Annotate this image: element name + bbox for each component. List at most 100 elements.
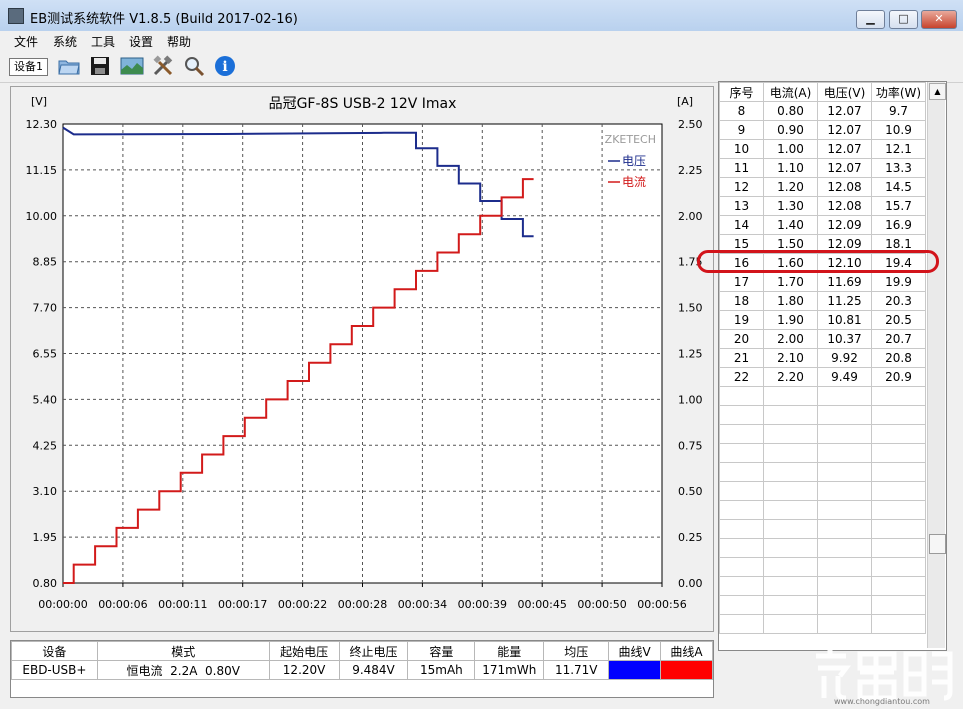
cell-index: 21 bbox=[719, 348, 764, 368]
summary-start-voltage: 12.20V bbox=[268, 660, 340, 680]
table-empty-row bbox=[719, 538, 926, 558]
scroll-thumb[interactable] bbox=[929, 534, 946, 554]
cell-empty bbox=[763, 443, 818, 463]
chart-image-icon[interactable] bbox=[120, 54, 144, 78]
cell-current: 1.80 bbox=[763, 291, 818, 311]
summary-end-voltage: 9.484V bbox=[338, 660, 409, 680]
cell-empty bbox=[871, 595, 926, 615]
menu-settings[interactable]: 设置 bbox=[129, 33, 153, 50]
cell-empty bbox=[871, 443, 926, 463]
summary-avg-voltage: 11.71V bbox=[543, 660, 610, 680]
left-tick-label: 5.40 bbox=[33, 393, 58, 406]
right-tick-label: 1.25 bbox=[678, 348, 703, 361]
curve-v-color-swatch[interactable] bbox=[608, 660, 662, 680]
minimize-button[interactable]: ▁ bbox=[856, 10, 885, 29]
table-row[interactable]: 8 0.80 12.07 9.7 bbox=[719, 101, 926, 121]
save-icon[interactable] bbox=[88, 54, 112, 78]
table-empty-row bbox=[719, 405, 926, 425]
cell-voltage: 12.07 bbox=[817, 139, 872, 159]
table-row[interactable]: 22 2.20 9.49 20.9 bbox=[719, 367, 926, 387]
cell-current: 1.30 bbox=[763, 196, 818, 216]
search-icon[interactable] bbox=[182, 54, 206, 78]
cell-voltage: 10.37 bbox=[817, 329, 872, 349]
cell-empty bbox=[719, 557, 764, 577]
table-row[interactable]: 17 1.70 11.69 19.9 bbox=[719, 272, 926, 292]
header-index: 序号 bbox=[719, 82, 764, 102]
toolbar: 设备1 i bbox=[0, 51, 963, 83]
table-row[interactable]: 10 1.00 12.07 12.1 bbox=[719, 139, 926, 159]
summary-header-avg-voltage: 均压 bbox=[543, 641, 610, 661]
cell-empty bbox=[871, 500, 926, 520]
left-tick-label: 0.80 bbox=[33, 577, 58, 590]
open-folder-icon[interactable] bbox=[57, 54, 81, 78]
left-tick-label: 1.95 bbox=[33, 531, 58, 544]
cell-index: 22 bbox=[719, 367, 764, 387]
cell-empty bbox=[871, 538, 926, 558]
cell-power: 20.7 bbox=[871, 329, 926, 349]
table-row[interactable]: 13 1.30 12.08 15.7 bbox=[719, 196, 926, 216]
title-bar: EB测试系统软件 V1.8.5 (Build 2017-02-16) ▁ □ ✕ bbox=[0, 0, 963, 32]
table-row[interactable]: 21 2.10 9.92 20.8 bbox=[719, 348, 926, 368]
curve-a-color-swatch[interactable] bbox=[660, 660, 713, 680]
scroll-up-icon[interactable]: ▲ bbox=[929, 83, 946, 100]
cell-empty bbox=[817, 481, 872, 501]
x-tick-label: 00:00:50 bbox=[577, 598, 626, 611]
cell-power: 13.3 bbox=[871, 158, 926, 178]
table-empty-row bbox=[719, 576, 926, 596]
cell-current: 1.10 bbox=[763, 158, 818, 178]
x-tick-label: 00:00:11 bbox=[158, 598, 207, 611]
cell-power: 19.9 bbox=[871, 272, 926, 292]
right-axis-unit: [A] bbox=[677, 95, 693, 108]
table-empty-row bbox=[719, 443, 926, 463]
close-button[interactable]: ✕ bbox=[921, 10, 957, 29]
info-icon[interactable]: i bbox=[213, 54, 237, 78]
menu-system[interactable]: 系统 bbox=[53, 33, 77, 50]
maximize-button[interactable]: □ bbox=[889, 10, 918, 29]
cell-current: 0.90 bbox=[763, 120, 818, 140]
summary-header-mode: 模式 bbox=[96, 641, 270, 661]
table-row[interactable]: 14 1.40 12.09 16.9 bbox=[719, 215, 926, 235]
x-tick-label: 00:00:17 bbox=[218, 598, 267, 611]
cell-index: 13 bbox=[719, 196, 764, 216]
cell-empty bbox=[719, 500, 764, 520]
tools-icon[interactable] bbox=[151, 54, 175, 78]
cell-empty bbox=[763, 595, 818, 615]
summary-header-curve-v: 曲线V bbox=[608, 641, 662, 661]
right-tick-label: 0.50 bbox=[678, 485, 703, 498]
table-scrollbar[interactable]: ▲ bbox=[927, 82, 946, 648]
cell-empty bbox=[763, 481, 818, 501]
right-tick-label: 0.00 bbox=[678, 577, 703, 590]
cell-current: 1.40 bbox=[763, 215, 818, 235]
right-tick-label: 0.75 bbox=[678, 439, 703, 452]
cell-empty bbox=[763, 519, 818, 539]
cell-empty bbox=[719, 576, 764, 596]
right-tick-label: 2.50 bbox=[678, 118, 703, 131]
cell-voltage: 12.08 bbox=[817, 177, 872, 197]
cell-empty bbox=[719, 481, 764, 501]
table-row[interactable]: 12 1.20 12.08 14.5 bbox=[719, 177, 926, 197]
watermark-site-text: www.chongdiantou.com bbox=[834, 697, 930, 706]
x-tick-label: 00:00:34 bbox=[398, 598, 447, 611]
device-tab[interactable]: 设备1 bbox=[9, 58, 48, 76]
cell-empty bbox=[817, 576, 872, 596]
summary-header-row: 设备 模式 起始电压 终止电压 容量 能量 均压 曲线V 曲线A bbox=[11, 641, 713, 661]
table-row[interactable]: 9 0.90 12.07 10.9 bbox=[719, 120, 926, 140]
table-row[interactable]: 18 1.80 11.25 20.3 bbox=[719, 291, 926, 311]
cell-voltage: 12.07 bbox=[817, 101, 872, 121]
cell-voltage: 11.25 bbox=[817, 291, 872, 311]
cell-empty bbox=[763, 386, 818, 406]
cell-empty bbox=[763, 424, 818, 444]
table-empty-row bbox=[719, 557, 926, 577]
summary-header-start-voltage: 起始电压 bbox=[268, 641, 340, 661]
right-tick-label: 1.50 bbox=[678, 302, 703, 315]
table-row[interactable]: 20 2.00 10.37 20.7 bbox=[719, 329, 926, 349]
window-title: EB测试系统软件 V1.8.5 (Build 2017-02-16) bbox=[30, 12, 298, 27]
menu-help[interactable]: 帮助 bbox=[167, 33, 191, 50]
menu-file[interactable]: 文件 bbox=[14, 33, 38, 50]
cell-empty bbox=[817, 405, 872, 425]
data-table-panel: 序号 电流(A) 电压(V) 功率(W) 8 0.80 12.07 9.7 9 0.90 1… bbox=[718, 81, 947, 651]
menu-tools[interactable]: 工具 bbox=[91, 33, 115, 50]
table-row[interactable]: 19 1.90 10.81 20.5 bbox=[719, 310, 926, 330]
table-row[interactable]: 11 1.10 12.07 13.3 bbox=[719, 158, 926, 178]
cell-power: 20.9 bbox=[871, 367, 926, 387]
